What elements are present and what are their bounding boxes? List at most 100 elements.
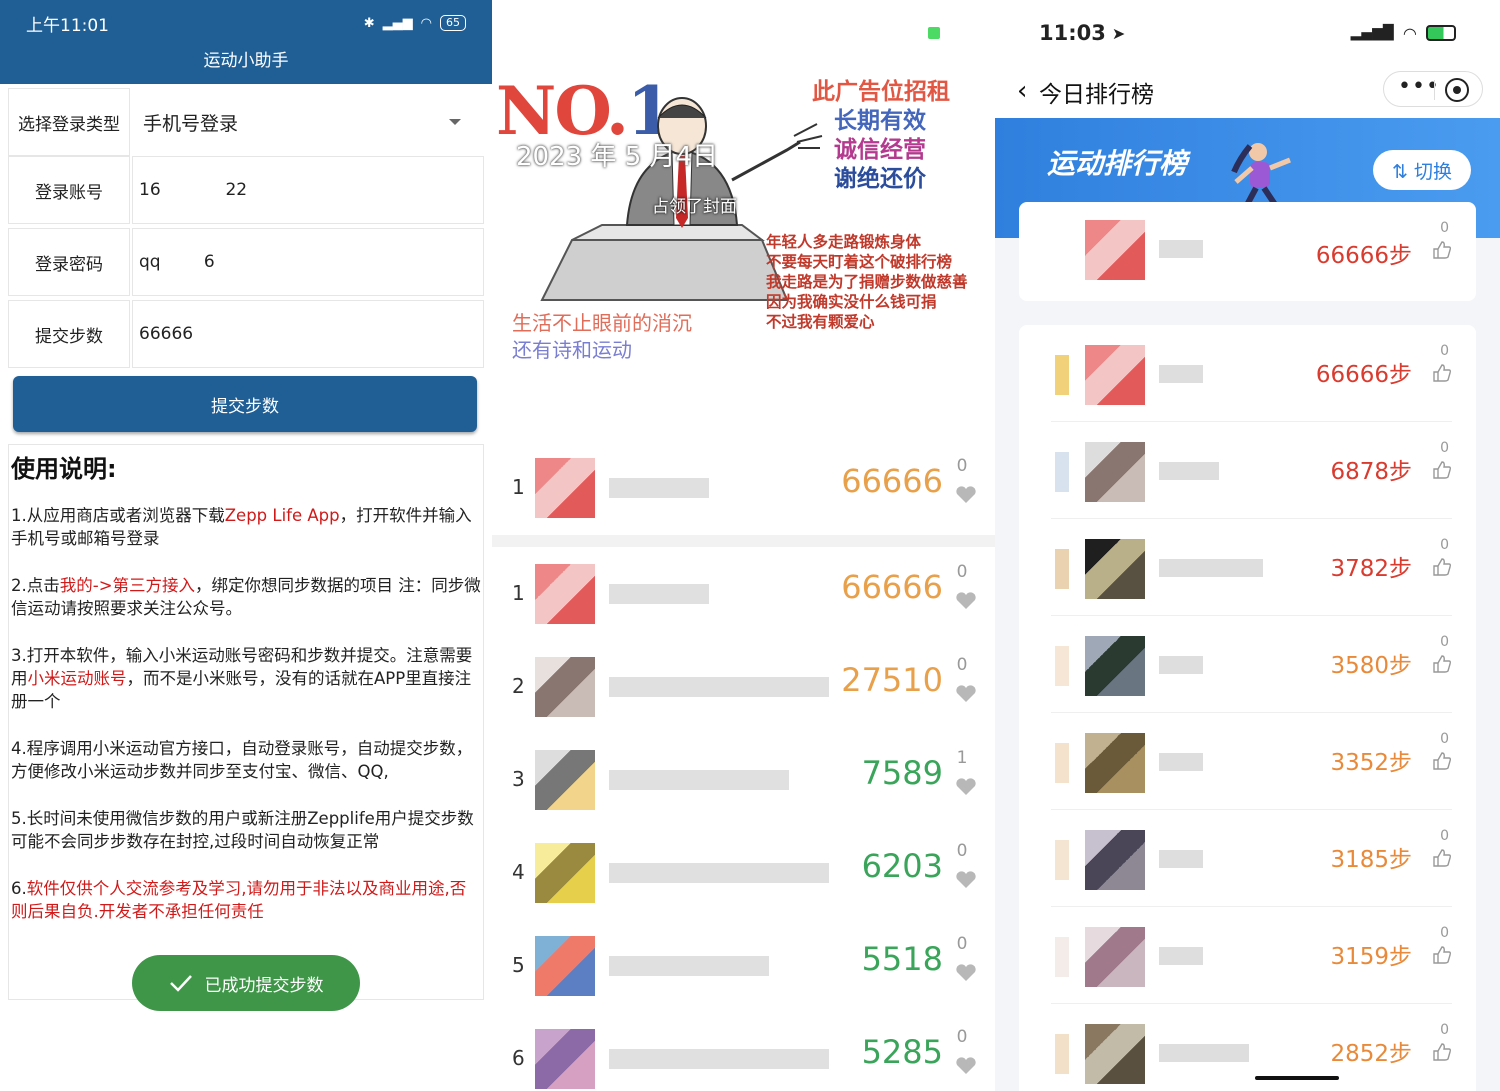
blurred-name xyxy=(1159,656,1203,674)
password-row: 登录密码 qq 6 xyxy=(8,228,484,296)
instruction-6: 6.软件仅供个人交流参考及学习,请勿用于非法以及商业用途,否则后果自负.开发者不… xyxy=(11,879,467,921)
like-count: 0 xyxy=(956,841,968,861)
battery-icon: 65 xyxy=(440,15,466,31)
home-indicator xyxy=(1255,1076,1339,1080)
status-time: 11:03 xyxy=(1039,21,1106,45)
thumbs-up-icon[interactable] xyxy=(1432,557,1452,577)
switch-button[interactable]: ⇅ 切换 xyxy=(1373,150,1471,190)
thumbs-up-icon[interactable] xyxy=(1432,848,1452,868)
thumbs-up-icon[interactable] xyxy=(1432,363,1452,383)
instruction-2: 2.点击我的->第三方接入，绑定你想同步数据的项目 注：同步微信运动请按照要求关… xyxy=(11,576,481,618)
thumbs-up-icon[interactable] xyxy=(1432,1042,1452,1062)
blurred-name xyxy=(609,770,789,790)
avatar xyxy=(1085,830,1145,890)
table-row[interactable]: 3782步 0 xyxy=(1019,519,1476,616)
back-icon[interactable]: ‹ xyxy=(1017,76,1027,106)
like-count: 0 xyxy=(956,1027,968,1047)
thumbs-up-icon[interactable] xyxy=(1432,460,1452,480)
table-row[interactable]: 5 5518 0 xyxy=(492,920,995,1013)
password-input[interactable]: qq 6 xyxy=(132,228,484,296)
thumbs-up-icon[interactable] xyxy=(1432,751,1452,771)
steps-input[interactable]: 66666 xyxy=(132,300,484,368)
ranking-list: 66666步 0 6878步 0 3782步 0 3580步 0 3352步 0 3185步 0 315… xyxy=(1019,325,1476,1091)
blurred-name xyxy=(1159,753,1203,771)
avatar xyxy=(1085,636,1145,696)
blurred-name xyxy=(1159,1044,1249,1062)
heart-icon[interactable] xyxy=(955,778,977,796)
rank-number: 1 xyxy=(512,581,525,605)
nav-title: 今日排行榜 xyxy=(1039,82,1154,108)
status-bar: 上午11:01 ✱ ▂▄▆ ◠ 65 xyxy=(0,0,492,46)
submit-steps-button[interactable]: 提交步数 xyxy=(13,376,477,432)
rank-number: 6 xyxy=(512,1046,525,1070)
thumbs-up-icon[interactable] xyxy=(1432,945,1452,965)
instructions-heading: 使用说明: xyxy=(11,455,117,483)
instruction-4: 4.程序调用小米运动官方接口，自动登录账号，自动提交步数，方便修改小米运动步数并… xyxy=(11,739,473,781)
like-count: 0 xyxy=(1440,440,1449,456)
thumbs-up-icon[interactable] xyxy=(1432,240,1452,260)
like-count: 1 xyxy=(956,748,968,768)
rank-number: 3 xyxy=(512,767,525,791)
avatar xyxy=(1085,733,1145,793)
step-count: 66666 xyxy=(841,462,943,500)
login-type-row: 选择登录类型 手机号登录 xyxy=(8,88,484,156)
table-row[interactable]: 6878步 0 xyxy=(1019,422,1476,519)
like-count: 0 xyxy=(1440,220,1449,236)
heart-icon[interactable] xyxy=(955,685,977,703)
table-row[interactable]: 6 5285 0 xyxy=(492,1013,995,1091)
avatar xyxy=(535,458,595,518)
my-rank-row[interactable]: 1 66666 0 xyxy=(492,442,995,535)
account-label: 登录账号 xyxy=(8,156,130,224)
wifi-icon: ◠ xyxy=(1403,23,1416,43)
avatar xyxy=(1085,442,1145,502)
table-row[interactable]: 1 66666 0 xyxy=(492,548,995,641)
banner-ad-lines: 年轻人多走路锻炼身体 不要每天盯着这个破排行榜 我走路是为了捐赠步数做慈善 因为… xyxy=(766,233,968,331)
blurred-name xyxy=(609,863,829,883)
blurred-rank xyxy=(1055,840,1069,880)
table-row[interactable]: 3159步 0 xyxy=(1019,907,1476,1004)
blurred-name xyxy=(1159,947,1203,965)
table-row[interactable]: 66666步 0 xyxy=(1019,325,1476,422)
instructions-box: 使用说明: 1.从应用商店或者浏览器下载Zepp Life App，打开软件并输… xyxy=(8,444,484,1000)
heart-icon[interactable] xyxy=(955,486,977,504)
blurred-rank xyxy=(1055,355,1069,395)
wifi-icon: ◠ xyxy=(420,15,432,31)
table-row[interactable]: 3352步 0 xyxy=(1019,713,1476,810)
signal-icon: ▂▄▆█ xyxy=(1350,25,1394,41)
step-count: 66666 xyxy=(841,568,943,606)
like-count: 0 xyxy=(1440,634,1449,650)
table-row[interactable]: 3185步 0 xyxy=(1019,810,1476,907)
table-row[interactable]: 4 6203 0 xyxy=(492,827,995,920)
section-divider xyxy=(492,535,995,547)
thumbs-up-icon[interactable] xyxy=(1432,654,1452,674)
step-count: 6203 xyxy=(861,847,943,885)
heart-icon[interactable] xyxy=(955,1057,977,1075)
table-row[interactable]: 2852步 0 xyxy=(1019,1004,1476,1091)
avatar xyxy=(535,657,595,717)
account-input[interactable]: 16 22 xyxy=(132,156,484,224)
like-count: 0 xyxy=(1440,343,1449,359)
avatar xyxy=(535,564,595,624)
like-count: 0 xyxy=(956,562,968,582)
step-count: 5518 xyxy=(861,940,943,978)
table-row[interactable]: 2 27510 0 xyxy=(492,641,995,734)
close-miniprogram-icon[interactable] xyxy=(1445,78,1469,102)
heart-icon[interactable] xyxy=(955,871,977,889)
login-type-select[interactable]: 手机号登录 xyxy=(132,88,484,156)
nav-bar: ‹ 今日排行榜 ••• xyxy=(995,66,1500,118)
banner-cover-text: 占领了封面 xyxy=(652,197,737,217)
login-type-value: 手机号登录 xyxy=(143,112,239,135)
heart-icon[interactable] xyxy=(955,964,977,982)
avatar xyxy=(1085,345,1145,405)
like-count: 0 xyxy=(1440,1022,1449,1038)
my-rank-row[interactable]: 66666步 0 xyxy=(1019,202,1476,299)
leaderboard-panel-a: NO.1 2023 年 5 月4日 占领了封面 此广告位招租 长期有效 诚信经营… xyxy=(492,0,995,1091)
blurred-name xyxy=(1159,850,1203,868)
table-row[interactable]: 3 7589 1 xyxy=(492,734,995,827)
table-row[interactable]: 3580步 0 xyxy=(1019,616,1476,713)
success-toast: 已成功提交步数 xyxy=(132,955,360,1011)
instruction-1: 1.从应用商店或者浏览器下载Zepp Life App，打开软件并输入手机号或邮… xyxy=(11,506,472,548)
step-count: 3580步 xyxy=(1330,653,1412,679)
heart-icon[interactable] xyxy=(955,592,977,610)
like-count: 0 xyxy=(956,934,968,954)
